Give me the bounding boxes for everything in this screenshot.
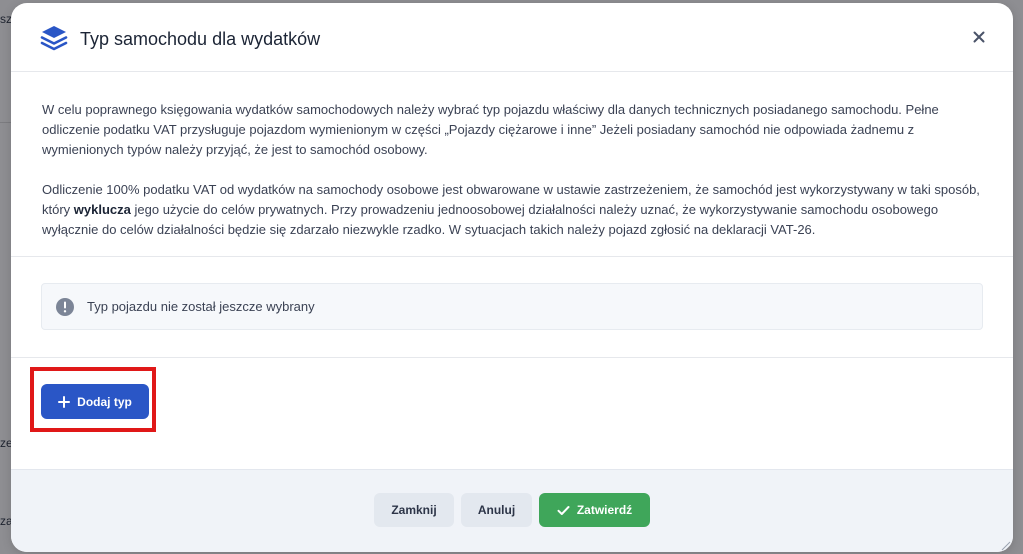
close-icon[interactable] xyxy=(969,27,989,47)
add-type-section: Dodaj typ xyxy=(11,358,1013,444)
modal-header: Typ samochodu dla wydatków xyxy=(11,3,1013,72)
modal-title: Typ samochodu dla wydatków xyxy=(80,29,321,49)
cancel-button[interactable]: Anuluj xyxy=(461,493,532,527)
confirm-button-label: Zatwierdź xyxy=(576,503,633,517)
info-icon xyxy=(55,297,75,317)
description-text: jego użycie do celów prywatnych. Przy pr… xyxy=(42,202,939,237)
description-section: W celu poprawnego księgowania wydatków s… xyxy=(11,72,1013,257)
layers-icon xyxy=(40,25,68,51)
footer-buttons: Zamknij Anuluj Zatwierdź xyxy=(374,493,650,527)
description-paragraph-2: Odliczenie 100% podatku VAT od wydatków … xyxy=(42,180,982,240)
status-text: Typ pojazdu nie został jeszcze wybrany xyxy=(87,299,315,314)
description-emphasis: wyklucza xyxy=(73,202,131,217)
background-text-fragment: ze xyxy=(0,436,11,450)
resize-grip-icon[interactable] xyxy=(999,538,1011,551)
add-type-button-label: Dodaj typ xyxy=(77,394,132,409)
confirm-button[interactable]: Zatwierdź xyxy=(539,493,650,527)
status-alert: Typ pojazdu nie został jeszcze wybrany xyxy=(41,283,983,330)
modal-footer: Zamknij Anuluj Zatwierdź xyxy=(11,469,1013,552)
add-type-button[interactable]: Dodaj typ xyxy=(41,384,149,419)
plus-icon xyxy=(58,395,71,408)
vehicle-type-modal: Typ samochodu dla wydatków W celu popraw… xyxy=(11,3,1013,552)
description-paragraph-1: W celu poprawnego księgowania wydatków s… xyxy=(42,102,939,157)
background-text-fragment: szc xyxy=(0,12,11,26)
status-section: Typ pojazdu nie został jeszcze wybrany xyxy=(11,257,1013,358)
check-icon xyxy=(557,505,570,515)
close-button[interactable]: Zamknij xyxy=(374,493,454,527)
background-divider xyxy=(0,122,11,123)
background-text-fragment: za xyxy=(0,514,11,528)
